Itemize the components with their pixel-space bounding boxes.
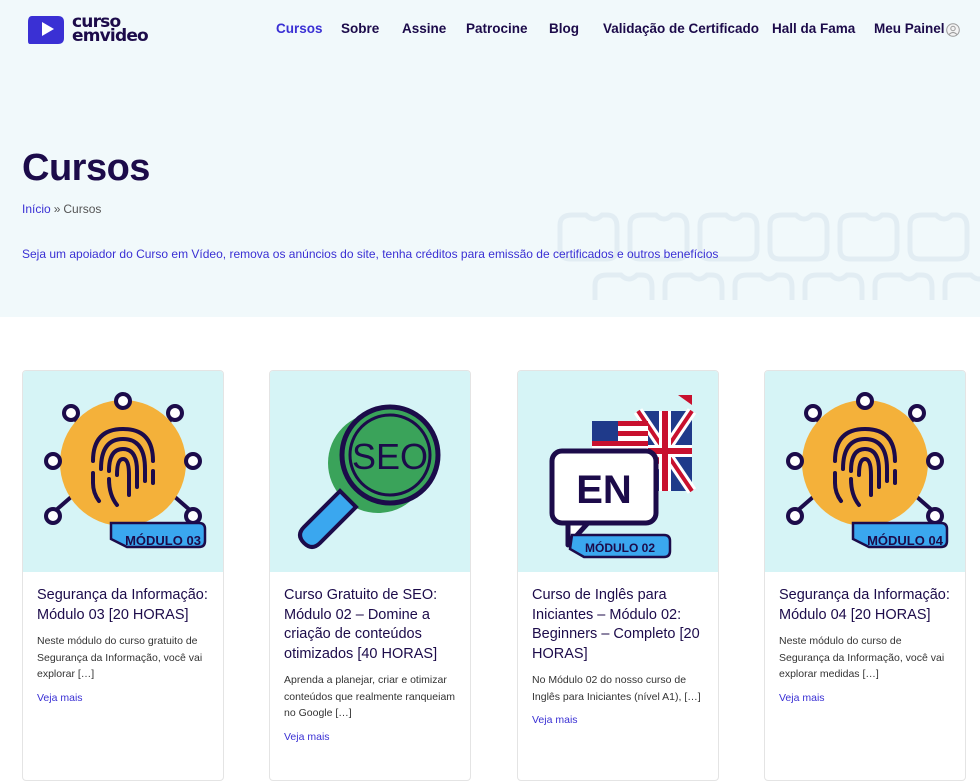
nav-item-assine[interactable]: Assine — [402, 21, 446, 36]
nav-item-blog[interactable]: Blog — [549, 21, 579, 36]
read-more-link[interactable]: Veja mais — [37, 692, 83, 704]
course-card[interactable]: EN MÓDULO 02 Curso de Inglês para Inicia… — [517, 370, 719, 781]
card-body: Segurança da Informação: Módulo 04 [20 H… — [765, 572, 965, 706]
read-more-link[interactable]: Veja mais — [779, 692, 825, 704]
card-body: Curso Gratuito de SEO: Módulo 02 – Domin… — [270, 572, 470, 745]
fingerprint-icon: MÓDULO 04 — [786, 392, 949, 549]
course-thumbnail[interactable]: MÓDULO 03 — [23, 371, 223, 572]
nav-item-validacao[interactable]: Validação de Certificado — [603, 21, 759, 36]
course-thumbnail[interactable]: SEO — [270, 371, 470, 572]
main-nav: Cursos Sobre Assine Patrocine Blog Valid… — [0, 21, 980, 39]
course-thumbnail[interactable]: EN MÓDULO 02 — [518, 371, 718, 572]
nav-item-cursos[interactable]: Cursos — [276, 21, 323, 36]
nav-item-patrocine[interactable]: Patrocine — [466, 21, 528, 36]
breadcrumb-current: Cursos — [63, 202, 102, 216]
course-excerpt: Neste módulo do curso de Segurança da In… — [779, 635, 945, 680]
breadcrumb: Início» Cursos — [22, 202, 101, 216]
nav-item-sobre[interactable]: Sobre — [341, 21, 379, 36]
supporter-promo-link[interactable]: Seja um apoiador do Curso em Vídeo, remo… — [22, 247, 718, 261]
course-title-link[interactable]: Segurança da Informação: Módulo 03 [20 H… — [37, 586, 209, 625]
course-card[interactable]: MÓDULO 03 Segurança da Informação: Módul… — [22, 370, 224, 781]
nav-item-meu-painel[interactable]: Meu Painel — [874, 21, 945, 36]
seo-magnifier-icon: SEO — [298, 404, 441, 549]
user-avatar-icon[interactable] — [946, 23, 960, 37]
course-title-link[interactable]: Segurança da Informação: Módulo 04 [20 H… — [779, 586, 951, 625]
breadcrumb-home-link[interactable]: Início — [22, 202, 51, 216]
read-more-link[interactable]: Veja mais — [284, 731, 330, 743]
card-body: Segurança da Informação: Módulo 03 [20 H… — [23, 572, 223, 706]
course-card[interactable]: MÓDULO 04 Segurança da Informação: Módul… — [764, 370, 966, 781]
course-thumbnail[interactable]: MÓDULO 04 — [765, 371, 965, 572]
nav-item-hall-da-fama[interactable]: Hall da Fama — [772, 21, 855, 36]
course-excerpt: No Módulo 02 do nosso curso de Inglês pa… — [532, 674, 701, 703]
card-body: Curso de Inglês para Iniciantes – Módulo… — [518, 572, 718, 728]
en-label: EN — [576, 468, 632, 512]
course-excerpt: Neste módulo do curso gratuito de Segura… — [37, 635, 203, 680]
course-title-link[interactable]: Curso de Inglês para Iniciantes – Módulo… — [532, 586, 704, 664]
fingerprint-icon: MÓDULO 03 — [44, 392, 207, 549]
module-badge: MÓDULO 02 — [585, 540, 655, 555]
hero-section: curso emvideo Cursos Sobre Assine Patroc… — [0, 0, 980, 317]
course-title-link[interactable]: Curso Gratuito de SEO: Módulo 02 – Domin… — [284, 586, 456, 664]
read-more-link[interactable]: Veja mais — [532, 714, 578, 726]
breadcrumb-separator: » — [53, 202, 61, 216]
course-card[interactable]: SEO Curso Gratuito de SEO: Módulo 02 – D… — [269, 370, 471, 781]
seo-label: SEO — [352, 436, 428, 477]
page-title: Cursos — [22, 147, 150, 189]
module-badge: MÓDULO 03 — [125, 533, 201, 548]
english-speech-bubble-icon: EN MÓDULO 02 — [549, 395, 697, 559]
course-excerpt: Aprenda a planejar, criar e otimizar con… — [284, 674, 456, 719]
module-badge: MÓDULO 04 — [867, 533, 944, 548]
